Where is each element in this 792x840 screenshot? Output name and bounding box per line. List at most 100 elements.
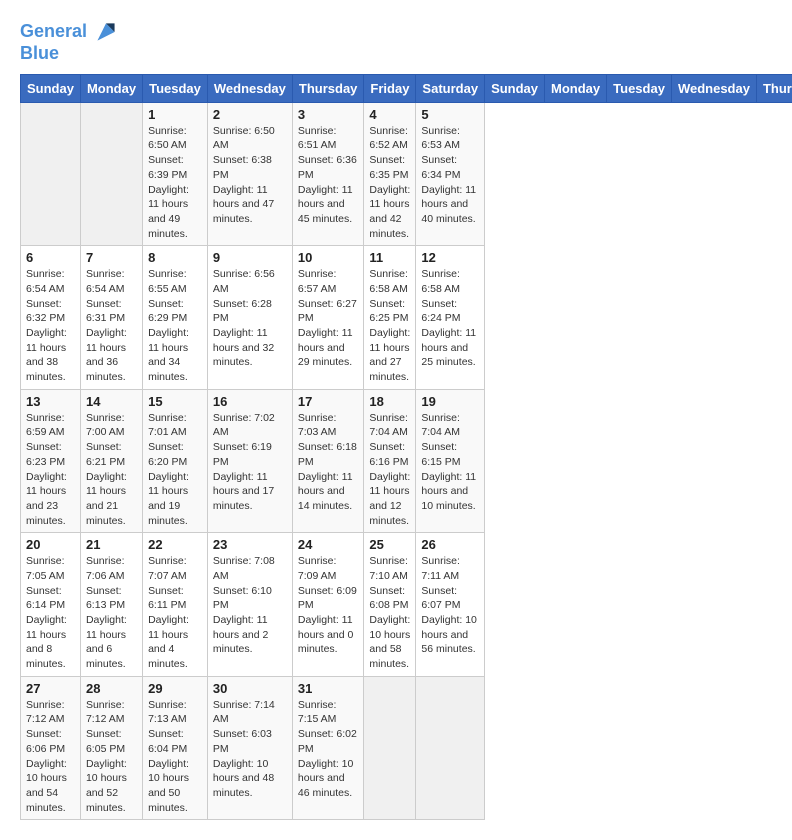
day-number: 30	[213, 681, 287, 696]
logo-blue: Blue	[20, 44, 118, 64]
day-number: 25	[369, 537, 410, 552]
day-detail: Sunrise: 7:09 AMSunset: 6:09 PMDaylight:…	[298, 554, 359, 657]
calendar-cell: 24 Sunrise: 7:09 AMSunset: 6:09 PMDaylig…	[292, 533, 364, 677]
day-number: 10	[298, 250, 359, 265]
calendar-week-1: 1 Sunrise: 6:50 AMSunset: 6:39 PMDayligh…	[21, 102, 792, 246]
day-number: 28	[86, 681, 137, 696]
day-detail: Sunrise: 6:53 AMSunset: 6:34 PMDaylight:…	[421, 124, 479, 227]
calendar-cell: 10 Sunrise: 6:57 AMSunset: 6:27 PMDaylig…	[292, 246, 364, 390]
day-number: 2	[213, 107, 287, 122]
calendar-cell: 27 Sunrise: 7:12 AMSunset: 6:06 PMDaylig…	[21, 676, 81, 820]
calendar-cell: 2 Sunrise: 6:50 AMSunset: 6:38 PMDayligh…	[207, 102, 292, 246]
calendar-week-4: 20 Sunrise: 7:05 AMSunset: 6:14 PMDaylig…	[21, 533, 792, 677]
day-number: 4	[369, 107, 410, 122]
day-detail: Sunrise: 7:11 AMSunset: 6:07 PMDaylight:…	[421, 554, 479, 657]
day-header-thursday: Thursday	[756, 74, 792, 102]
day-number: 5	[421, 107, 479, 122]
calendar-cell	[80, 102, 142, 246]
calendar-cell: 16 Sunrise: 7:02 AMSunset: 6:19 PMDaylig…	[207, 389, 292, 533]
day-detail: Sunrise: 6:50 AMSunset: 6:38 PMDaylight:…	[213, 124, 287, 227]
calendar-cell: 20 Sunrise: 7:05 AMSunset: 6:14 PMDaylig…	[21, 533, 81, 677]
calendar-cell: 13 Sunrise: 6:59 AMSunset: 6:23 PMDaylig…	[21, 389, 81, 533]
calendar-cell: 12 Sunrise: 6:58 AMSunset: 6:24 PMDaylig…	[416, 246, 485, 390]
day-detail: Sunrise: 6:56 AMSunset: 6:28 PMDaylight:…	[213, 267, 287, 370]
day-detail: Sunrise: 7:03 AMSunset: 6:18 PMDaylight:…	[298, 411, 359, 514]
day-number: 3	[298, 107, 359, 122]
day-detail: Sunrise: 7:12 AMSunset: 6:05 PMDaylight:…	[86, 698, 137, 816]
calendar-cell: 31 Sunrise: 7:15 AMSunset: 6:02 PMDaylig…	[292, 676, 364, 820]
calendar-cell: 19 Sunrise: 7:04 AMSunset: 6:15 PMDaylig…	[416, 389, 485, 533]
calendar-cell: 23 Sunrise: 7:08 AMSunset: 6:10 PMDaylig…	[207, 533, 292, 677]
calendar-cell: 22 Sunrise: 7:07 AMSunset: 6:11 PMDaylig…	[143, 533, 208, 677]
day-detail: Sunrise: 7:01 AMSunset: 6:20 PMDaylight:…	[148, 411, 202, 529]
day-number: 22	[148, 537, 202, 552]
day-detail: Sunrise: 6:58 AMSunset: 6:25 PMDaylight:…	[369, 267, 410, 385]
day-number: 29	[148, 681, 202, 696]
logo: General Blue	[20, 20, 118, 64]
day-detail: Sunrise: 7:10 AMSunset: 6:08 PMDaylight:…	[369, 554, 410, 672]
calendar-cell: 8 Sunrise: 6:55 AMSunset: 6:29 PMDayligh…	[143, 246, 208, 390]
logo-text: General	[20, 20, 118, 44]
day-number: 14	[86, 394, 137, 409]
day-number: 27	[26, 681, 75, 696]
day-number: 7	[86, 250, 137, 265]
calendar-cell: 1 Sunrise: 6:50 AMSunset: 6:39 PMDayligh…	[143, 102, 208, 246]
day-detail: Sunrise: 7:04 AMSunset: 6:16 PMDaylight:…	[369, 411, 410, 529]
calendar-cell: 6 Sunrise: 6:54 AMSunset: 6:32 PMDayligh…	[21, 246, 81, 390]
calendar-week-3: 13 Sunrise: 6:59 AMSunset: 6:23 PMDaylig…	[21, 389, 792, 533]
day-number: 24	[298, 537, 359, 552]
day-number: 6	[26, 250, 75, 265]
day-number: 16	[213, 394, 287, 409]
day-number: 23	[213, 537, 287, 552]
day-header-tuesday: Tuesday	[143, 74, 208, 102]
calendar-cell: 5 Sunrise: 6:53 AMSunset: 6:34 PMDayligh…	[416, 102, 485, 246]
day-detail: Sunrise: 6:58 AMSunset: 6:24 PMDaylight:…	[421, 267, 479, 370]
day-header-monday: Monday	[545, 74, 607, 102]
day-detail: Sunrise: 7:07 AMSunset: 6:11 PMDaylight:…	[148, 554, 202, 672]
day-number: 9	[213, 250, 287, 265]
day-detail: Sunrise: 7:06 AMSunset: 6:13 PMDaylight:…	[86, 554, 137, 672]
day-number: 17	[298, 394, 359, 409]
calendar-cell: 21 Sunrise: 7:06 AMSunset: 6:13 PMDaylig…	[80, 533, 142, 677]
logo-general: General	[20, 21, 87, 41]
day-number: 11	[369, 250, 410, 265]
calendar-cell: 30 Sunrise: 7:14 AMSunset: 6:03 PMDaylig…	[207, 676, 292, 820]
calendar-cell: 28 Sunrise: 7:12 AMSunset: 6:05 PMDaylig…	[80, 676, 142, 820]
day-header-sunday: Sunday	[21, 74, 81, 102]
day-detail: Sunrise: 7:14 AMSunset: 6:03 PMDaylight:…	[213, 698, 287, 801]
day-detail: Sunrise: 6:59 AMSunset: 6:23 PMDaylight:…	[26, 411, 75, 529]
day-header-saturday: Saturday	[416, 74, 485, 102]
day-detail: Sunrise: 6:54 AMSunset: 6:32 PMDaylight:…	[26, 267, 75, 385]
calendar-cell	[364, 676, 416, 820]
day-detail: Sunrise: 6:55 AMSunset: 6:29 PMDaylight:…	[148, 267, 202, 385]
day-header-sunday: Sunday	[485, 74, 545, 102]
day-header-friday: Friday	[364, 74, 416, 102]
day-detail: Sunrise: 6:50 AMSunset: 6:39 PMDaylight:…	[148, 124, 202, 242]
day-number: 15	[148, 394, 202, 409]
calendar-cell: 3 Sunrise: 6:51 AMSunset: 6:36 PMDayligh…	[292, 102, 364, 246]
calendar-cell: 9 Sunrise: 6:56 AMSunset: 6:28 PMDayligh…	[207, 246, 292, 390]
calendar-cell: 29 Sunrise: 7:13 AMSunset: 6:04 PMDaylig…	[143, 676, 208, 820]
calendar-cell: 15 Sunrise: 7:01 AMSunset: 6:20 PMDaylig…	[143, 389, 208, 533]
calendar-cell: 18 Sunrise: 7:04 AMSunset: 6:16 PMDaylig…	[364, 389, 416, 533]
day-detail: Sunrise: 7:15 AMSunset: 6:02 PMDaylight:…	[298, 698, 359, 801]
day-header-wednesday: Wednesday	[671, 74, 756, 102]
calendar-table: SundayMondayTuesdayWednesdayThursdayFrid…	[20, 74, 792, 821]
day-header-wednesday: Wednesday	[207, 74, 292, 102]
day-number: 1	[148, 107, 202, 122]
calendar-week-5: 27 Sunrise: 7:12 AMSunset: 6:06 PMDaylig…	[21, 676, 792, 820]
day-detail: Sunrise: 6:54 AMSunset: 6:31 PMDaylight:…	[86, 267, 137, 385]
day-number: 8	[148, 250, 202, 265]
calendar-cell: 14 Sunrise: 7:00 AMSunset: 6:21 PMDaylig…	[80, 389, 142, 533]
day-detail: Sunrise: 7:08 AMSunset: 6:10 PMDaylight:…	[213, 554, 287, 657]
page-header: General Blue	[20, 20, 772, 64]
day-header-tuesday: Tuesday	[607, 74, 672, 102]
day-detail: Sunrise: 6:57 AMSunset: 6:27 PMDaylight:…	[298, 267, 359, 370]
day-detail: Sunrise: 7:05 AMSunset: 6:14 PMDaylight:…	[26, 554, 75, 672]
logo-icon	[94, 20, 118, 44]
calendar-cell: 26 Sunrise: 7:11 AMSunset: 6:07 PMDaylig…	[416, 533, 485, 677]
calendar-week-2: 6 Sunrise: 6:54 AMSunset: 6:32 PMDayligh…	[21, 246, 792, 390]
calendar-cell: 7 Sunrise: 6:54 AMSunset: 6:31 PMDayligh…	[80, 246, 142, 390]
day-number: 31	[298, 681, 359, 696]
day-detail: Sunrise: 6:52 AMSunset: 6:35 PMDaylight:…	[369, 124, 410, 242]
